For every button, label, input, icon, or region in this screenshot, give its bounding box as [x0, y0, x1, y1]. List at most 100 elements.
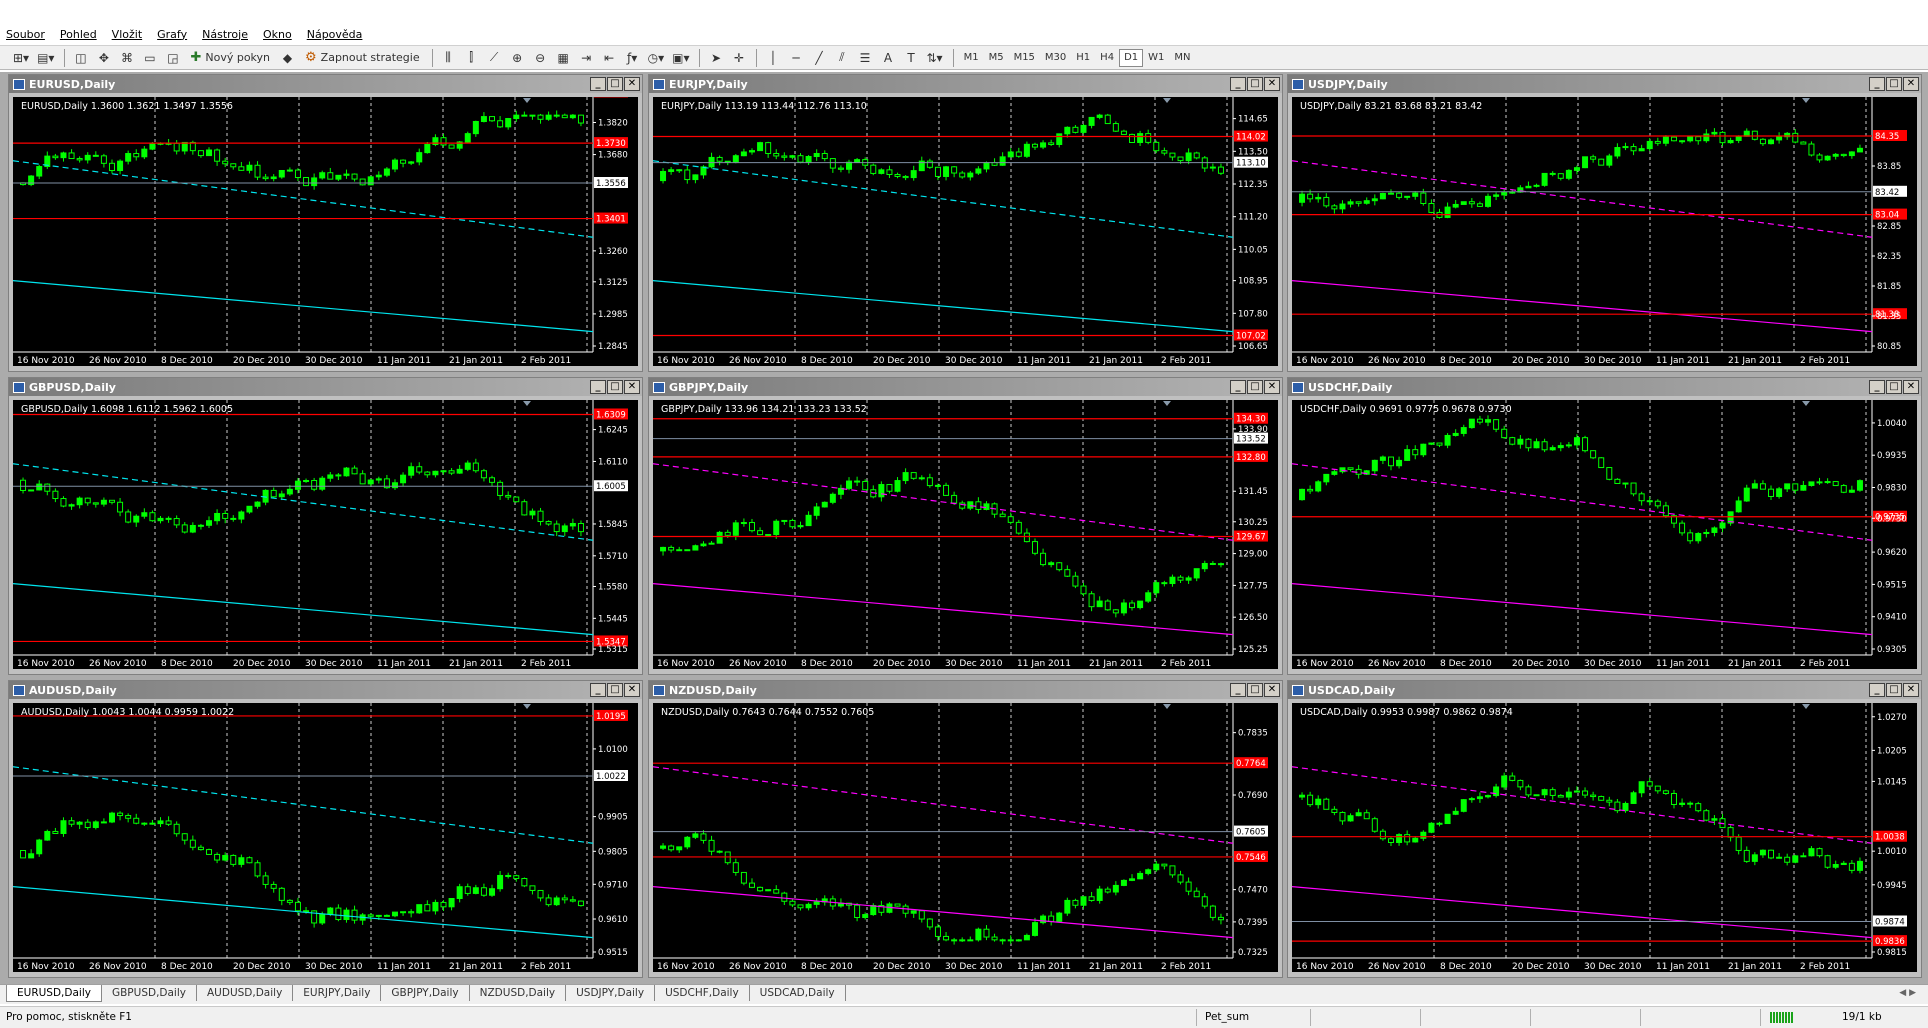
strategy-tester-icon[interactable]: ◲	[162, 47, 183, 68]
timeframe-h4[interactable]: H4	[1095, 49, 1119, 67]
chart-canvas[interactable]: 16 Nov 2010 26 Nov 2010 8 Dec 2010 20 Dec 2…	[653, 703, 1278, 972]
timeframe-m5[interactable]: M5	[984, 49, 1009, 67]
chart-window-usdjpy[interactable]: USDJPY,Daily _ □ ✕ 16 Nov 2010 26 Nov 2010 8 D…	[1287, 74, 1922, 372]
zoom-out-icon[interactable]: ⊖	[530, 47, 551, 68]
timeframe-m30[interactable]: M30	[1040, 49, 1071, 67]
chart-titlebar[interactable]: USDCAD,Daily _ □ ✕	[1288, 681, 1921, 699]
tab-gbpusd[interactable]: GBPUSD,Daily	[102, 985, 197, 1001]
vertical-line-icon[interactable]: │	[762, 47, 783, 68]
timeframe-m15[interactable]: M15	[1009, 49, 1040, 67]
new-order-button[interactable]: ✚ Nový pokyn	[185, 47, 275, 68]
arrows-icon[interactable]: ⇅▾	[923, 47, 945, 68]
minimize-icon[interactable]: _	[1869, 77, 1885, 91]
price-chart[interactable]: 16 Nov 2010 26 Nov 2010 8 Dec 2010 20 Dec 2…	[13, 97, 638, 366]
maximize-icon[interactable]: □	[1886, 380, 1902, 394]
price-chart[interactable]: 16 Nov 2010 26 Nov 2010 8 Dec 2010 20 Dec 2…	[653, 97, 1278, 366]
tab-scroll-arrows-icon[interactable]: ◀ ▶	[1899, 988, 1916, 998]
bar-chart-icon[interactable]: ⫼	[438, 47, 459, 68]
chart-window-gbpusd[interactable]: GBPUSD,Daily _ □ ✕ 16 Nov 2010 26 Nov 2010 8 D…	[8, 377, 643, 675]
navigator-icon[interactable]: ⌘	[116, 47, 137, 68]
chart-titlebar[interactable]: GBPJPY,Daily _ □ ✕	[649, 378, 1282, 396]
price-chart[interactable]: 16 Nov 2010 26 Nov 2010 8 Dec 2010 20 Dec 2…	[653, 400, 1278, 669]
chart-canvas[interactable]: 16 Nov 2010 26 Nov 2010 8 Dec 2010 20 Dec 2…	[13, 97, 638, 366]
minimize-icon[interactable]: _	[1230, 683, 1246, 697]
candlestick-icon[interactable]: ⫿	[461, 47, 482, 68]
chart-canvas[interactable]: 16 Nov 2010 26 Nov 2010 8 Dec 2010 20 Dec 2…	[1292, 97, 1917, 366]
data-window-icon[interactable]: ✥	[93, 47, 114, 68]
chart-canvas[interactable]: 16 Nov 2010 26 Nov 2010 8 Dec 2010 20 Dec 2…	[653, 97, 1278, 366]
timeframe-w1[interactable]: W1	[1143, 49, 1169, 67]
minimize-icon[interactable]: _	[590, 77, 606, 91]
chart-canvas[interactable]: 16 Nov 2010 26 Nov 2010 8 Dec 2010 20 Dec 2…	[13, 400, 638, 669]
menu-napoveda[interactable]: Nápověda	[307, 28, 363, 41]
periods-icon[interactable]: ◷▾	[645, 47, 668, 68]
chart-shift-icon[interactable]: ⇤	[599, 47, 620, 68]
tab-eurusd[interactable]: EURUSD,Daily	[6, 985, 102, 1002]
chart-canvas[interactable]: 16 Nov 2010 26 Nov 2010 8 Dec 2010 20 Dec 2…	[1292, 703, 1917, 972]
cursor-icon[interactable]: ➤	[705, 47, 726, 68]
close-icon[interactable]: ✕	[1903, 380, 1919, 394]
chart-window-gbpjpy[interactable]: GBPJPY,Daily _ □ ✕ 16 Nov 2010 26 Nov 2010 8 D…	[648, 377, 1283, 675]
close-icon[interactable]: ✕	[624, 77, 640, 91]
tab-usdjpy[interactable]: USDJPY,Daily	[566, 985, 656, 1001]
chart-window-eurjpy[interactable]: EURJPY,Daily _ □ ✕ 16 Nov 2010 26 Nov 2010 8 D…	[648, 74, 1283, 372]
chart-titlebar[interactable]: GBPUSD,Daily _ □ ✕	[9, 378, 642, 396]
indicators-icon[interactable]: ƒ▾	[622, 47, 643, 68]
menu-soubor[interactable]: Soubor	[6, 28, 45, 41]
chart-titlebar[interactable]: AUDUSD,Daily _ □ ✕	[9, 681, 642, 699]
menu-pohled[interactable]: Pohled	[60, 28, 97, 41]
terminal-icon[interactable]: ▭	[139, 47, 160, 68]
chart-titlebar[interactable]: USDCHF,Daily _ □ ✕	[1288, 378, 1921, 396]
maximize-icon[interactable]: □	[1886, 77, 1902, 91]
maximize-icon[interactable]: □	[1247, 77, 1263, 91]
timeframe-m1[interactable]: M1	[959, 49, 984, 67]
price-chart[interactable]: 16 Nov 2010 26 Nov 2010 8 Dec 2010 20 Dec 2…	[13, 703, 638, 972]
trendline-icon[interactable]: ╱	[808, 47, 829, 68]
tab-audusd[interactable]: AUDUSD,Daily	[197, 985, 294, 1001]
templates-icon[interactable]: ▣▾	[669, 47, 692, 68]
tab-eurjpy[interactable]: EURJPY,Daily	[293, 985, 382, 1001]
maximize-icon[interactable]: □	[1886, 683, 1902, 697]
crosshair-icon[interactable]: ✛	[728, 47, 749, 68]
equidistant-channel-icon[interactable]: ⫽	[831, 47, 852, 68]
chart-canvas[interactable]: 16 Nov 2010 26 Nov 2010 8 Dec 2010 20 Dec 2…	[13, 703, 638, 972]
new-chart-icon[interactable]: ⊞▾	[10, 47, 32, 68]
zoom-in-icon[interactable]: ⊕	[507, 47, 528, 68]
maximize-icon[interactable]: □	[607, 380, 623, 394]
menu-okno[interactable]: Okno	[263, 28, 292, 41]
price-chart[interactable]: 16 Nov 2010 26 Nov 2010 8 Dec 2010 20 Dec 2…	[1292, 97, 1917, 366]
close-icon[interactable]: ✕	[1264, 77, 1280, 91]
menu-nastroje[interactable]: Nástroje	[202, 28, 248, 41]
chart-window-usdcad[interactable]: USDCAD,Daily _ □ ✕ 16 Nov 2010 26 Nov 2010 8 D…	[1287, 680, 1922, 978]
price-chart[interactable]: 16 Nov 2010 26 Nov 2010 8 Dec 2010 20 Dec 2…	[13, 400, 638, 669]
fibonacci-icon[interactable]: ☰	[854, 47, 875, 68]
tab-usdchf[interactable]: USDCHF,Daily	[655, 985, 750, 1001]
tile-windows-icon[interactable]: ▦	[553, 47, 574, 68]
chart-titlebar[interactable]: USDJPY,Daily _ □ ✕	[1288, 75, 1921, 93]
metaeditor-icon[interactable]: ◆	[277, 47, 298, 68]
minimize-icon[interactable]: _	[1869, 380, 1885, 394]
text-tool-icon[interactable]: A	[877, 47, 898, 68]
start-strategy-button[interactable]: ⚙ Zapnout strategie	[300, 47, 425, 68]
maximize-icon[interactable]: □	[1247, 683, 1263, 697]
minimize-icon[interactable]: _	[590, 683, 606, 697]
close-icon[interactable]: ✕	[1264, 683, 1280, 697]
close-icon[interactable]: ✕	[1903, 683, 1919, 697]
timeframe-mn[interactable]: MN	[1169, 49, 1195, 67]
price-chart[interactable]: 16 Nov 2010 26 Nov 2010 8 Dec 2010 20 Dec 2…	[1292, 703, 1917, 972]
close-icon[interactable]: ✕	[1264, 380, 1280, 394]
close-icon[interactable]: ✕	[624, 380, 640, 394]
chart-window-nzdusd[interactable]: NZDUSD,Daily _ □ ✕ 16 Nov 2010 26 Nov 2010 8 D…	[648, 680, 1283, 978]
close-icon[interactable]: ✕	[1903, 77, 1919, 91]
chart-canvas[interactable]: 16 Nov 2010 26 Nov 2010 8 Dec 2010 20 Dec 2…	[1292, 400, 1917, 669]
chart-window-usdchf[interactable]: USDCHF,Daily _ □ ✕ 16 Nov 2010 26 Nov 2010 8 D…	[1287, 377, 1922, 675]
price-chart[interactable]: 16 Nov 2010 26 Nov 2010 8 Dec 2010 20 Dec 2…	[653, 703, 1278, 972]
price-chart[interactable]: 16 Nov 2010 26 Nov 2010 8 Dec 2010 20 Dec 2…	[1292, 400, 1917, 669]
chart-titlebar[interactable]: NZDUSD,Daily _ □ ✕	[649, 681, 1282, 699]
chart-titlebar[interactable]: EURJPY,Daily _ □ ✕	[649, 75, 1282, 93]
maximize-icon[interactable]: □	[1247, 380, 1263, 394]
minimize-icon[interactable]: _	[1869, 683, 1885, 697]
menu-vlozit[interactable]: Vložit	[112, 28, 142, 41]
tab-nzdusd[interactable]: NZDUSD,Daily	[470, 985, 567, 1001]
timeframe-h1[interactable]: H1	[1071, 49, 1095, 67]
